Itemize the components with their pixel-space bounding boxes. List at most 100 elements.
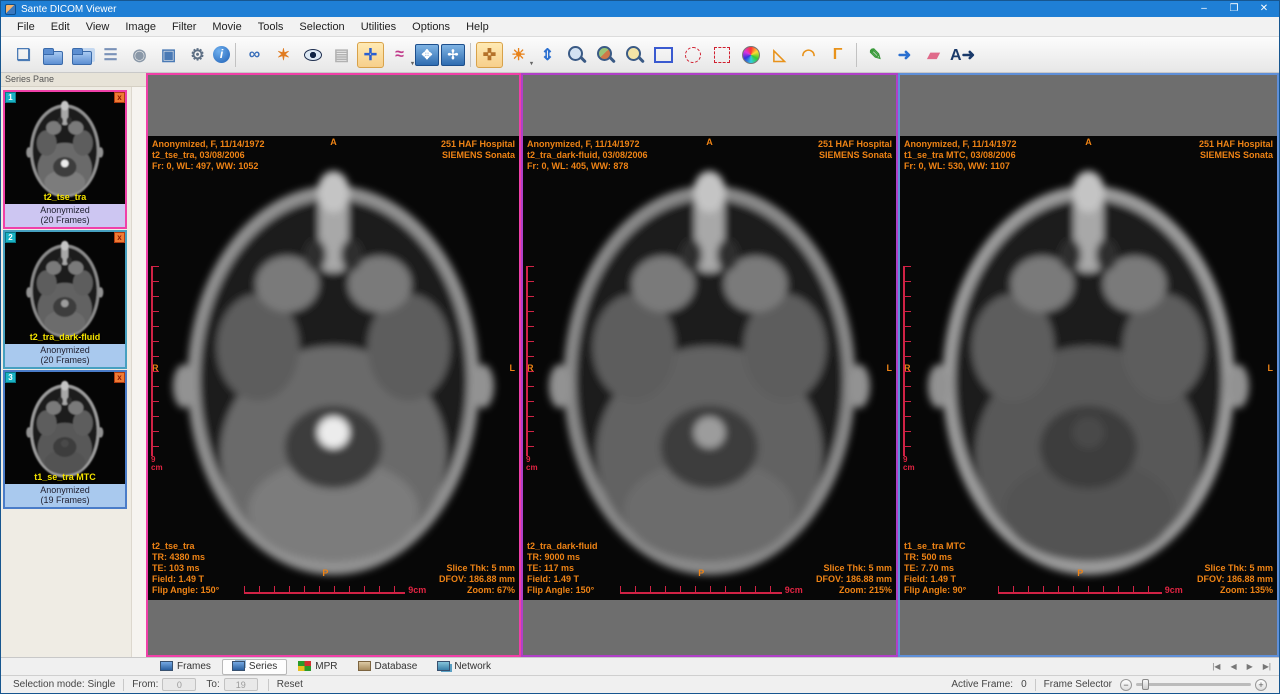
zoom-region-icon[interactable] bbox=[592, 42, 619, 68]
series-thumbnail[interactable]: 2 x t2_tra_dark-fluid Anonymized (20 Fra… bbox=[3, 230, 127, 369]
rect-select-icon[interactable] bbox=[708, 42, 735, 68]
menu-image[interactable]: Image bbox=[117, 19, 164, 35]
menu-options[interactable]: Options bbox=[404, 19, 458, 35]
image-viewport[interactable]: Anonymized, F, 11/14/1972t1_se_tra MTC, … bbox=[898, 73, 1279, 657]
tab-nav-next[interactable]: ▶ bbox=[1245, 661, 1255, 672]
text-annotation-icon[interactable]: A➜ bbox=[949, 42, 976, 68]
tab-frames[interactable]: Frames bbox=[151, 660, 220, 674]
zoom-search-icon[interactable] bbox=[621, 42, 648, 68]
toolbar-separator bbox=[235, 43, 236, 67]
active-frame-value: 0 bbox=[1021, 679, 1027, 690]
from-label: From: bbox=[132, 679, 158, 690]
link-series-icon[interactable]: ∞ bbox=[241, 42, 268, 68]
from-input[interactable]: 0 bbox=[162, 678, 196, 691]
unlink-series-icon[interactable]: ✶ bbox=[270, 42, 297, 68]
horizontal-ruler: 9cm bbox=[244, 586, 426, 594]
tab-nav-prev[interactable]: ◀ bbox=[1228, 661, 1238, 672]
series-close-button[interactable]: x bbox=[114, 92, 125, 103]
series-pane: Series Pane 1 x t2_tse_tra Anonymized (2… bbox=[1, 73, 146, 657]
localizer-lines-icon[interactable]: ✛ bbox=[357, 42, 384, 68]
archive-drawer-icon[interactable]: ☰ bbox=[97, 42, 124, 68]
vertical-ruler: 9 cm bbox=[903, 266, 911, 456]
series-close-button[interactable]: x bbox=[114, 232, 125, 243]
open-file-icon[interactable]: ❏ bbox=[10, 42, 37, 68]
status-divider bbox=[123, 679, 124, 691]
protractor-icon[interactable]: ◠ bbox=[795, 42, 822, 68]
window-level-list-icon[interactable]: ▤ bbox=[328, 42, 355, 68]
display-settings-icon[interactable]: ⚙ bbox=[184, 42, 211, 68]
rectangle-tool-icon[interactable] bbox=[650, 42, 677, 68]
viewport-canvas[interactable]: Anonymized, F, 11/14/1972t2_tra_dark-flu… bbox=[523, 136, 896, 600]
tab-nav-first[interactable]: |◀ bbox=[1210, 661, 1222, 672]
tab-series[interactable]: Series bbox=[222, 659, 287, 675]
viewport-area: Anonymized, F, 11/14/1972t2_tse_tra, 03/… bbox=[146, 73, 1279, 657]
image-viewport[interactable]: Anonymized, F, 11/14/1972t2_tra_dark-flu… bbox=[521, 73, 898, 657]
vertical-ruler: 9 cm bbox=[526, 266, 534, 456]
import-cd-icon[interactable]: ◉ bbox=[126, 42, 153, 68]
pan-hand-icon[interactable]: ✜ bbox=[476, 42, 503, 68]
color-palette-icon[interactable] bbox=[737, 42, 764, 68]
mri-image bbox=[523, 136, 896, 600]
fit-to-window-icon[interactable]: ✢ bbox=[441, 44, 465, 66]
draw-line-icon[interactable]: ✎ bbox=[862, 42, 889, 68]
frame-slider-thumb[interactable] bbox=[1142, 679, 1149, 690]
actual-size-icon[interactable]: ✥ bbox=[415, 44, 439, 66]
tab-nav-last[interactable]: ▶| bbox=[1261, 661, 1273, 672]
open-folder-icon[interactable] bbox=[39, 42, 66, 68]
series-pane-scrollbar[interactable] bbox=[131, 87, 146, 657]
frame-slider[interactable] bbox=[1136, 683, 1251, 686]
maximize-button[interactable]: ❐ bbox=[1219, 1, 1249, 17]
orientation-marker-anterior: A bbox=[330, 137, 337, 147]
reset-button[interactable]: Reset bbox=[277, 679, 303, 690]
overlay-institution-info: 251 HAF HospitalSIEMENS Sonata bbox=[818, 139, 892, 161]
minimize-button[interactable]: – bbox=[1189, 1, 1219, 17]
close-button[interactable]: ✕ bbox=[1249, 1, 1279, 17]
app-icon bbox=[5, 4, 16, 15]
series-name-label: t2_tse_tra bbox=[5, 192, 125, 202]
menu-edit[interactable]: Edit bbox=[43, 19, 78, 35]
open-folder-stack-icon[interactable] bbox=[68, 42, 95, 68]
viewport-canvas[interactable]: Anonymized, F, 11/14/1972t1_se_tra MTC, … bbox=[900, 136, 1277, 600]
zoom-magnifier-icon[interactable] bbox=[563, 42, 590, 68]
series-close-button[interactable]: x bbox=[114, 372, 125, 383]
tab-network[interactable]: Network bbox=[428, 660, 500, 674]
shutter-eye-icon[interactable] bbox=[299, 42, 326, 68]
overlay-display-info: Slice Thk: 5 mmDFOV: 186.88 mmZoom: 67% bbox=[439, 563, 515, 596]
frame-plus-button[interactable]: + bbox=[1255, 679, 1267, 691]
ellipse-select-icon[interactable] bbox=[679, 42, 706, 68]
frame-minus-button[interactable]: − bbox=[1120, 679, 1132, 691]
view-tab-bar: FramesSeriesMPRDatabaseNetwork |◀ ◀ ▶ ▶| bbox=[1, 657, 1279, 675]
eraser-icon[interactable]: ▰ bbox=[920, 42, 947, 68]
set-square-icon[interactable]: ◺ bbox=[766, 42, 793, 68]
mri-image bbox=[148, 136, 519, 600]
menu-selection[interactable]: Selection bbox=[291, 19, 352, 35]
arrow-annotation-icon[interactable]: ➜ bbox=[891, 42, 918, 68]
corner-ruler-icon[interactable]: Γ bbox=[824, 42, 851, 68]
menu-filter[interactable]: Filter bbox=[164, 19, 204, 35]
color-lut-icon[interactable]: ≈▾ bbox=[386, 42, 413, 68]
menu-movie[interactable]: Movie bbox=[204, 19, 249, 35]
menu-file[interactable]: File bbox=[9, 19, 43, 35]
series-thumbnail[interactable]: 3 x t1_se_tra MTC Anonymized (19 Frames) bbox=[3, 370, 127, 509]
menu-help[interactable]: Help bbox=[458, 19, 497, 35]
scroll-frames-icon[interactable]: ⇕ bbox=[534, 42, 561, 68]
tab-database[interactable]: Database bbox=[349, 660, 427, 674]
series-thumbnail[interactable]: 1 x t2_tse_tra Anonymized (20 Frames) bbox=[3, 90, 127, 229]
viewport-canvas[interactable]: Anonymized, F, 11/14/1972t2_tse_tra, 03/… bbox=[148, 136, 519, 600]
menu-tools[interactable]: Tools bbox=[250, 19, 292, 35]
brightness-icon[interactable]: ☀▾ bbox=[505, 42, 532, 68]
window-controls: – ❐ ✕ bbox=[1189, 1, 1279, 17]
export-capture-icon[interactable]: ▣ bbox=[155, 42, 182, 68]
overlay-display-info: Slice Thk: 5 mmDFOV: 186.88 mmZoom: 135% bbox=[1197, 563, 1273, 596]
view-tabs: FramesSeriesMPRDatabaseNetwork bbox=[151, 659, 502, 675]
tab-mpr[interactable]: MPR bbox=[289, 660, 346, 674]
series-patient-label: Anonymized bbox=[5, 485, 125, 495]
active-frame-label: Active Frame: bbox=[951, 679, 1013, 690]
info-icon[interactable]: i bbox=[213, 46, 230, 63]
menu-view[interactable]: View bbox=[78, 19, 118, 35]
to-input[interactable]: 19 bbox=[224, 678, 258, 691]
series-info-label: Anonymized (20 Frames) bbox=[5, 204, 125, 227]
image-viewport[interactable]: Anonymized, F, 11/14/1972t2_tse_tra, 03/… bbox=[146, 73, 521, 657]
menu-utilities[interactable]: Utilities bbox=[353, 19, 404, 35]
overlay-acquisition-info: t2_tse_traTR: 4380 msTE: 103 msField: 1.… bbox=[152, 541, 219, 596]
